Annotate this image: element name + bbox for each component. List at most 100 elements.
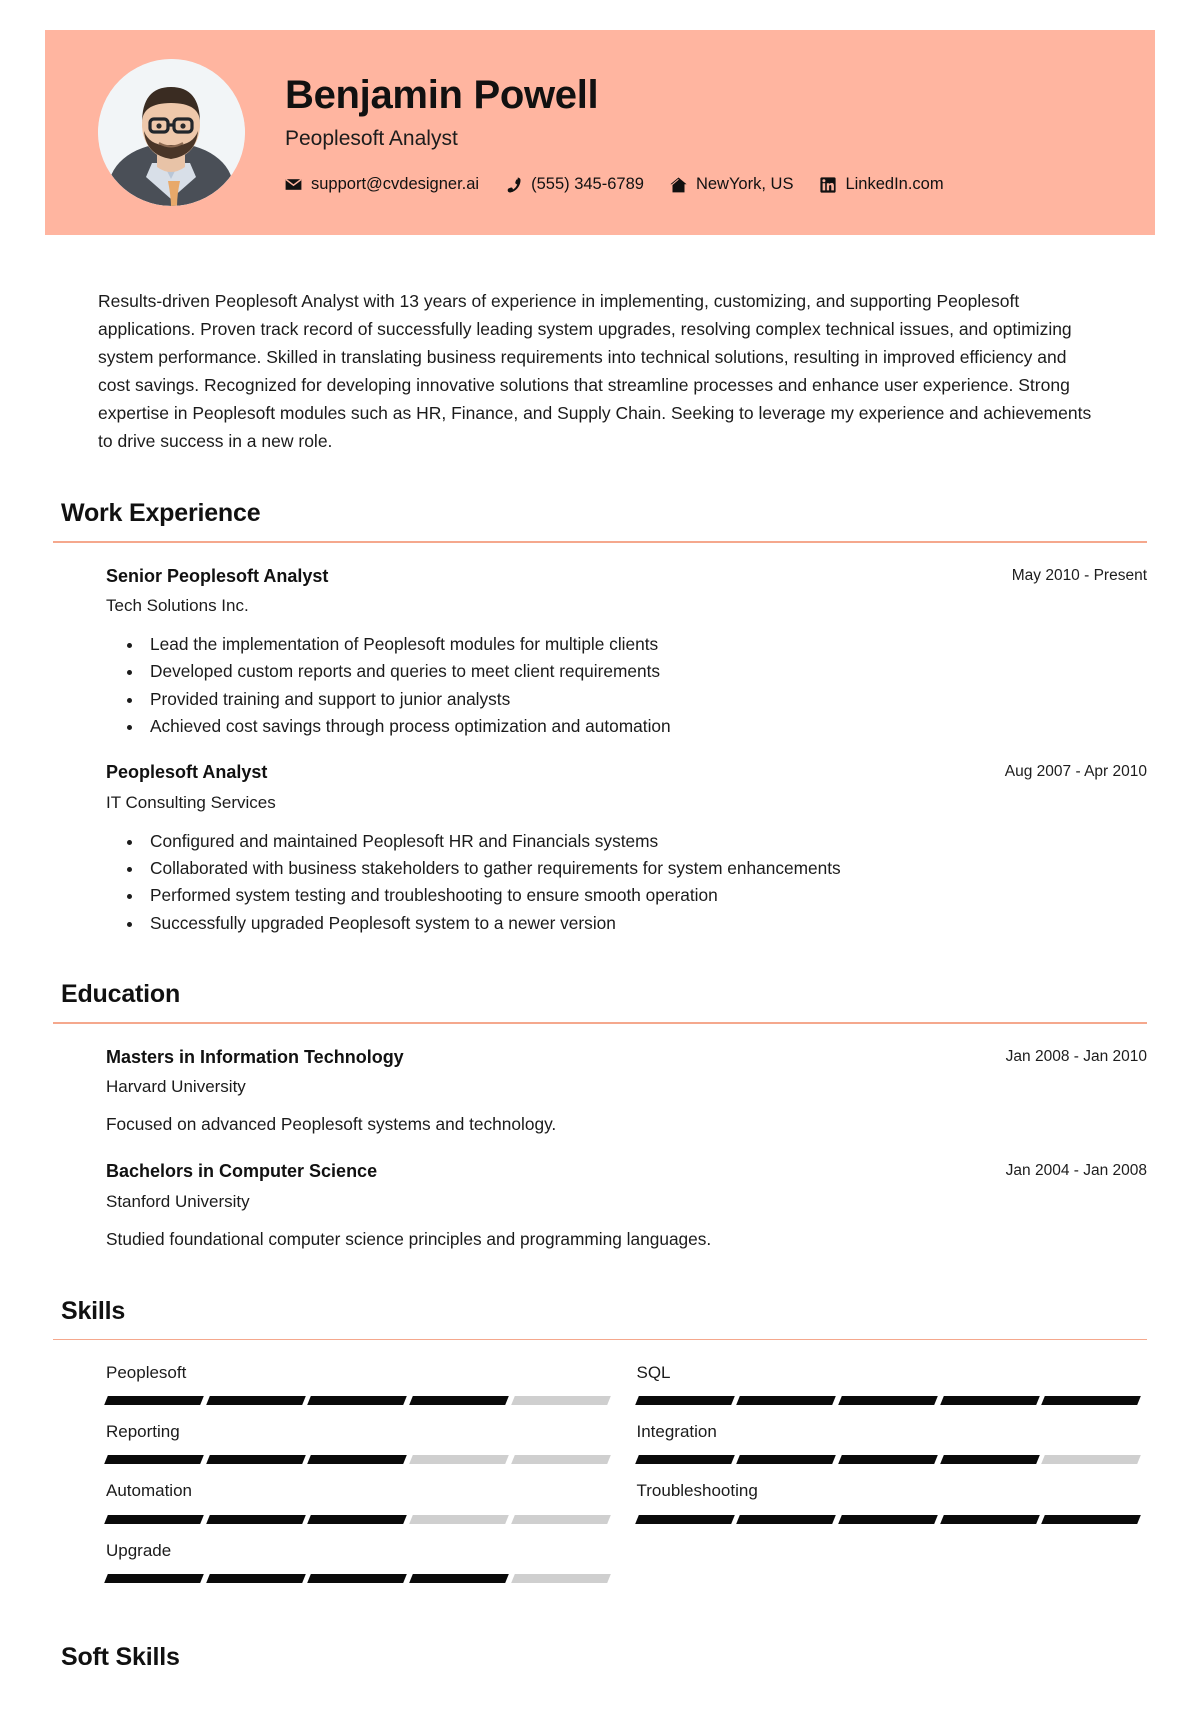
list-item: Collaborated with business stakeholders … [144, 855, 1147, 881]
section-soft-skills: Soft Skills [45, 1643, 1155, 1672]
skill-level-segment [634, 1514, 735, 1524]
skill-label: Troubleshooting [636, 1481, 758, 1501]
home-icon [670, 176, 687, 193]
section-divider [53, 1022, 1147, 1024]
skill-level-bar [634, 1514, 1141, 1524]
resume-body: Results-driven Peoplesoft Analyst with 1… [0, 287, 1200, 1702]
education-description: Focused on advanced Peoplesoft systems a… [106, 1114, 557, 1135]
skill-label: Reporting [106, 1422, 180, 1442]
education-school: Harvard University [106, 1077, 246, 1097]
phone-icon [505, 176, 522, 193]
skill-item: Peoplesoft [104, 1362, 611, 1421]
skill-level-segment [736, 1514, 836, 1524]
skill-level-segment [104, 1455, 204, 1465]
skill-level-segment [634, 1396, 735, 1406]
experience-date: May 2010 - Present [1011, 566, 1147, 584]
skill-level-segment [307, 1455, 407, 1465]
experience-item: Peoplesoft Analyst IT Consulting Service… [53, 761, 1147, 936]
skill-level-segment [838, 1455, 938, 1465]
skill-level-segment [205, 1455, 306, 1465]
education-item: Bachelors in Computer Science Stanford U… [53, 1160, 1147, 1253]
skill-level-segment [838, 1396, 938, 1406]
contact-email[interactable]: support@cvdesigner.ai [285, 175, 479, 194]
education-date: Jan 2004 - Jan 2008 [1005, 1162, 1147, 1180]
skill-label: Automation [106, 1481, 192, 1501]
skill-level-segment [1041, 1455, 1141, 1465]
education-item: Masters in Information Technology Harvar… [53, 1046, 1147, 1139]
education-date: Jan 2008 - Jan 2010 [1005, 1047, 1147, 1065]
header-text-block: Benjamin Powell Peoplesoft Analyst suppo… [285, 71, 1155, 195]
contact-linkedin-label: LinkedIn.com [845, 175, 944, 194]
contact-linkedin[interactable]: LinkedIn.com [819, 175, 944, 194]
contact-location[interactable]: NewYork, US [670, 175, 794, 194]
envelope-icon [285, 176, 302, 193]
experience-item: Senior Peoplesoft Analyst Tech Solutions… [53, 565, 1147, 740]
skill-level-segment [409, 1396, 509, 1406]
contact-phone[interactable]: (555) 345-6789 [505, 175, 644, 194]
section-work-experience: Work Experience Senior Peoplesoft Analys… [45, 499, 1155, 936]
section-title-work-experience: Work Experience [61, 499, 261, 527]
avatar [98, 59, 245, 206]
education-item-head: Masters in Information Technology Harvar… [53, 1046, 1147, 1099]
skill-level-segment [939, 1455, 1040, 1465]
experience-bullets: Configured and maintained Peoplesoft HR … [53, 828, 1147, 936]
skill-level-bar [634, 1396, 1141, 1406]
skill-level-segment [409, 1514, 509, 1524]
education-school: Stanford University [106, 1191, 250, 1211]
skill-level-segment [307, 1396, 407, 1406]
skill-label: SQL [636, 1363, 671, 1383]
skill-level-segment [104, 1396, 204, 1406]
list-item: Successfully upgraded Peoplesoft system … [144, 910, 1147, 936]
experience-title: Senior Peoplesoft Analyst [106, 565, 329, 586]
section-title-skills: Skills [61, 1296, 126, 1325]
contact-location-label: NewYork, US [695, 175, 794, 194]
skill-level-bar [104, 1514, 611, 1524]
skill-level-segment [104, 1573, 204, 1583]
experience-date: Aug 2007 - Apr 2010 [1004, 763, 1147, 781]
contact-phone-label: (555) 345-6789 [531, 175, 644, 194]
list-item: Configured and maintained Peoplesoft HR … [144, 828, 1147, 854]
skill-level-segment [205, 1573, 306, 1583]
skill-item: SQL [634, 1362, 1141, 1421]
contact-email-label: support@cvdesigner.ai [311, 175, 480, 194]
skill-level-bar [104, 1573, 611, 1583]
skill-level-segment [736, 1455, 836, 1465]
skill-level-segment [1041, 1514, 1141, 1524]
contact-row: support@cvdesigner.ai (555) 345-6789 New… [285, 175, 1155, 194]
skill-level-segment [510, 1455, 611, 1465]
section-skills: Skills Peoplesoft SQL Reporting Integration… [45, 1297, 1155, 1599]
skill-level-segment [510, 1573, 611, 1583]
resume-page: Benjamin Powell Peoplesoft Analyst suppo… [0, 30, 1200, 1714]
experience-bullets: Lead the implementation of Peoplesoft mo… [53, 631, 1147, 739]
experience-title: Peoplesoft Analyst [106, 762, 268, 783]
skill-level-segment [510, 1396, 611, 1406]
skill-item: Troubleshooting [634, 1480, 1141, 1539]
skill-level-segment [838, 1514, 938, 1524]
education-item-head: Bachelors in Computer Science Stanford U… [53, 1160, 1147, 1213]
skill-level-segment [736, 1396, 836, 1406]
skill-item: Integration [634, 1421, 1141, 1480]
skill-level-segment [1041, 1396, 1141, 1406]
full-name: Benjamin Powell [285, 72, 599, 117]
skills-grid: Peoplesoft SQL Reporting Integration Automat… [53, 1362, 1147, 1598]
education-degree: Bachelors in Computer Science [106, 1161, 378, 1182]
skill-level-segment [939, 1396, 1040, 1406]
skill-level-segment [104, 1514, 204, 1524]
experience-item-head: Peoplesoft Analyst IT Consulting Service… [53, 761, 1147, 814]
skill-level-segment [939, 1514, 1040, 1524]
section-divider [53, 1338, 1147, 1341]
skill-level-segment [205, 1396, 306, 1406]
professional-summary: Results-driven Peoplesoft Analyst with 1… [98, 291, 1092, 451]
list-item: Provided training and support to junior … [144, 686, 1147, 712]
list-item: Performed system testing and troubleshoo… [144, 882, 1147, 908]
skill-item: Automation [104, 1480, 611, 1539]
skill-level-segment [409, 1573, 509, 1583]
section-divider [53, 541, 1147, 543]
experience-item-head: Senior Peoplesoft Analyst Tech Solutions… [53, 565, 1147, 618]
footer-spacer [45, 1672, 1155, 1702]
list-item: Lead the implementation of Peoplesoft mo… [144, 631, 1147, 657]
linkedin-icon [819, 176, 836, 193]
skill-level-bar [634, 1455, 1141, 1465]
section-education: Education Masters in Information Technol… [45, 980, 1155, 1253]
resume-header: Benjamin Powell Peoplesoft Analyst suppo… [45, 30, 1155, 235]
